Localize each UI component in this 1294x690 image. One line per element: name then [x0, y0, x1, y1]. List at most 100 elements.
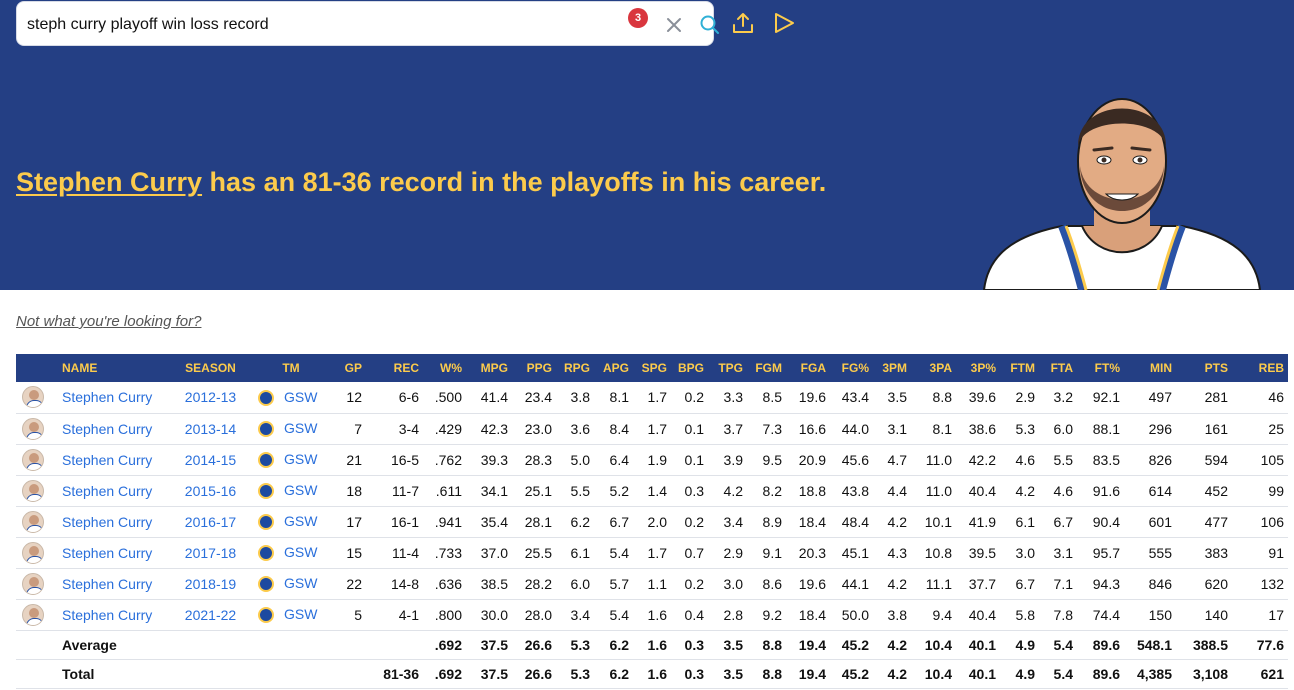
- column-header[interactable]: TM: [254, 354, 332, 382]
- average-cell-fta: 5.4: [1039, 630, 1077, 660]
- player-name-link[interactable]: Stephen Curry: [62, 421, 152, 437]
- column-header[interactable]: FT%: [1077, 354, 1124, 382]
- share-upload-icon[interactable]: [730, 10, 756, 36]
- column-header[interactable]: REB: [1232, 354, 1288, 382]
- season-link[interactable]: 2018-19: [185, 576, 236, 592]
- season-link[interactable]: 2012-13: [185, 389, 236, 405]
- stat-cell-rpg: 6.0: [556, 568, 594, 600]
- play-icon[interactable]: [771, 10, 797, 36]
- player-name-link[interactable]: Stephen Curry: [62, 389, 152, 405]
- team-link[interactable]: GSW: [284, 575, 317, 591]
- stat-cell-reb: 91: [1232, 537, 1288, 569]
- team-cell: GSW: [254, 568, 332, 600]
- column-header[interactable]: APG: [594, 354, 633, 382]
- season-link[interactable]: 2013-14: [185, 421, 236, 437]
- stat-cell-gp: 12: [332, 382, 366, 414]
- stat-cell-reb: 132: [1232, 568, 1288, 600]
- player-name-link[interactable]: Stephen Curry: [62, 576, 152, 592]
- stat-cell-fgpct: 43.8: [830, 475, 873, 507]
- season-link[interactable]: 2017-18: [185, 545, 236, 561]
- stat-cell-mpg: 35.4: [466, 506, 512, 538]
- team-link[interactable]: GSW: [284, 451, 317, 467]
- player-name-link[interactable]: Stephen Curry: [16, 167, 202, 197]
- stat-cell-fgpct: 43.4: [830, 382, 873, 414]
- team-link[interactable]: GSW: [284, 420, 317, 436]
- player-name-cell: Stephen Curry: [56, 568, 171, 600]
- column-header[interactable]: FTM: [1000, 354, 1039, 382]
- column-header[interactable]: PTS: [1176, 354, 1232, 382]
- search-input[interactable]: [27, 12, 587, 38]
- table-row: Stephen Curry 2012-13 GSW 12 6-6.500 41.4 23.4…: [16, 382, 1288, 414]
- column-header[interactable]: FGA: [786, 354, 830, 382]
- season-link[interactable]: 2016-17: [185, 514, 236, 530]
- column-header[interactable]: TPG: [708, 354, 747, 382]
- column-header[interactable]: REC: [366, 354, 423, 382]
- stat-cell-bpg: 0.7: [671, 537, 708, 569]
- player-name-link[interactable]: Stephen Curry: [62, 545, 152, 561]
- team-link[interactable]: GSW: [284, 513, 317, 529]
- stat-cell-rpg: 6.2: [556, 506, 594, 538]
- column-header[interactable]: FTA: [1039, 354, 1077, 382]
- column-header[interactable]: FG%: [830, 354, 873, 382]
- avatar: [22, 386, 44, 409]
- column-header[interactable]: BPG: [671, 354, 708, 382]
- stat-cell-ftm: 6.7: [1000, 568, 1039, 600]
- column-header[interactable]: MPG: [466, 354, 512, 382]
- stat-cell-pts: 140: [1176, 599, 1232, 631]
- column-header[interactable]: W%: [423, 354, 466, 382]
- stat-cell-fgm: 9.1: [747, 537, 786, 569]
- stat-cell-min: 150: [1124, 599, 1176, 631]
- team-link[interactable]: GSW: [284, 482, 317, 498]
- season-link[interactable]: 2015-16: [185, 483, 236, 499]
- team-cell: GSW: [254, 382, 332, 414]
- stat-cell-wpct: .800: [423, 599, 466, 631]
- team-link[interactable]: GSW: [284, 606, 317, 622]
- season-link[interactable]: 2014-15: [185, 452, 236, 468]
- average-cell-fga: 19.4: [786, 630, 830, 660]
- search-icon[interactable]: [699, 14, 721, 36]
- column-header[interactable]: SEASON: [171, 354, 254, 382]
- player-name-link[interactable]: Stephen Curry: [62, 483, 152, 499]
- stat-cell-fga: 20.3: [786, 537, 830, 569]
- column-header[interactable]: MIN: [1124, 354, 1176, 382]
- player-name-link[interactable]: Stephen Curry: [62, 514, 152, 530]
- column-header[interactable]: 3PM: [873, 354, 911, 382]
- stat-cell-pts: 281: [1176, 382, 1232, 414]
- avatar-cell: [16, 413, 56, 445]
- stat-cell-tpm: 4.2: [873, 506, 911, 538]
- stat-cell-ftpct: 94.3: [1077, 568, 1124, 600]
- column-header[interactable]: NAME: [56, 354, 171, 382]
- player-name-link[interactable]: Stephen Curry: [62, 607, 152, 623]
- column-header[interactable]: SPG: [633, 354, 671, 382]
- stat-cell-rpg: 3.6: [556, 413, 594, 445]
- player-name-link[interactable]: Stephen Curry: [62, 452, 152, 468]
- column-header[interactable]: PPG: [512, 354, 556, 382]
- stat-cell-wpct: .429: [423, 413, 466, 445]
- stat-cell-ppg: 28.1: [512, 506, 556, 538]
- stat-cell-ppg: 25.5: [512, 537, 556, 569]
- close-icon[interactable]: [663, 14, 685, 36]
- column-header[interactable]: [16, 354, 56, 382]
- team-link[interactable]: GSW: [284, 389, 317, 405]
- team-link[interactable]: GSW: [284, 544, 317, 560]
- stat-cell-ftpct: 83.5: [1077, 444, 1124, 476]
- stat-cell-tpa: 11.1: [911, 568, 956, 600]
- column-header[interactable]: 3PA: [911, 354, 956, 382]
- column-header[interactable]: 3P%: [956, 354, 1000, 382]
- not-what-looking-for-link[interactable]: Not what you're looking for?: [16, 313, 201, 330]
- column-header[interactable]: FGM: [747, 354, 786, 382]
- stat-cell-tppct: 37.7: [956, 568, 1000, 600]
- stat-cell-ftm: 4.6: [1000, 444, 1039, 476]
- season-cell: 2013-14: [171, 413, 254, 445]
- total-label: Total: [56, 659, 171, 689]
- search-bar[interactable]: 3: [16, 1, 719, 46]
- season-link[interactable]: 2021-22: [185, 607, 236, 623]
- stat-cell-fga: 18.4: [786, 599, 830, 631]
- column-header[interactable]: RPG: [556, 354, 594, 382]
- average-cell-apg: 6.2: [594, 630, 633, 660]
- column-header[interactable]: GP: [332, 354, 366, 382]
- season-cell: 2016-17: [171, 506, 254, 538]
- stat-cell-mpg: 34.1: [466, 475, 512, 507]
- average-cell-ppg: 26.6: [512, 630, 556, 660]
- total-row: Total 81-36.692 37.5 26.6 5.3 6.2 1.6 0.3 3.5 8.8…: [16, 659, 1288, 689]
